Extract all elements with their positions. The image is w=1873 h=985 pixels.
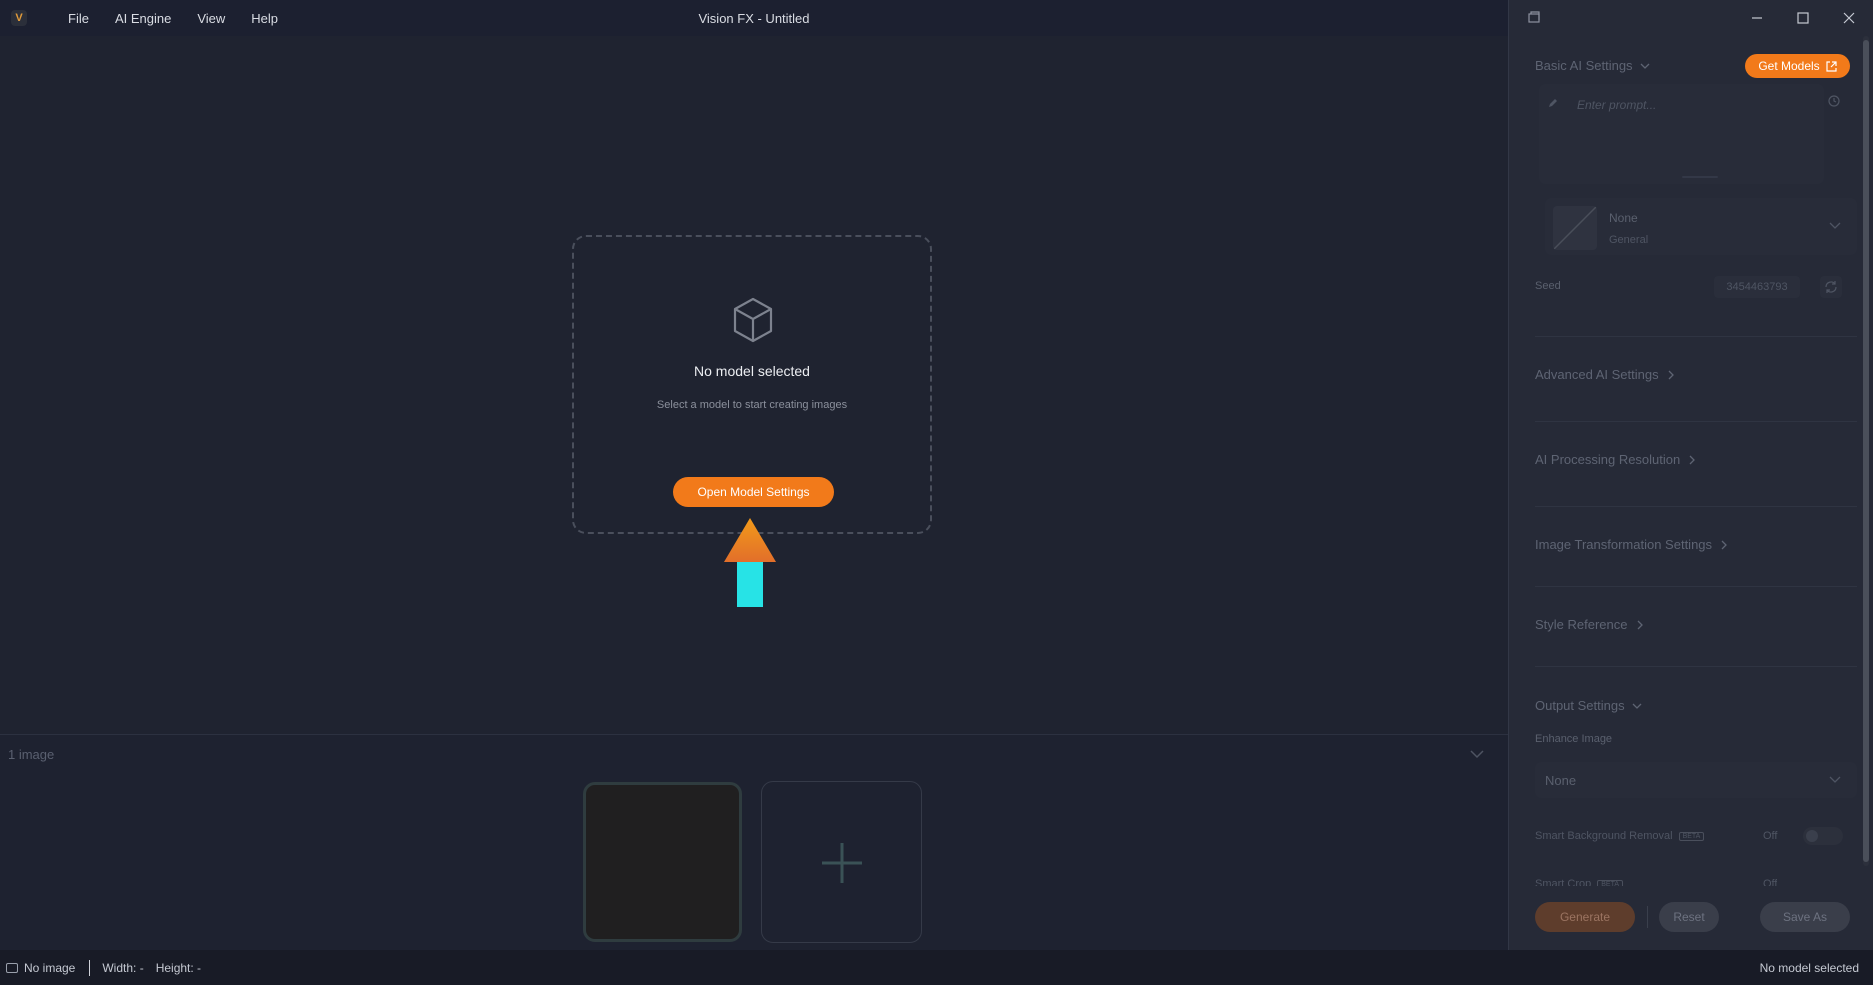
- minimize-icon[interactable]: [1745, 6, 1769, 30]
- advanced-settings-header[interactable]: Advanced AI Settings: [1535, 367, 1676, 382]
- canvas-area: No model selected Select a model to star…: [0, 36, 1508, 734]
- smart-crop-row: Smart Crop BETA: [1535, 878, 1624, 886]
- title-bar: V File AI Engine View Help Vision FX - U…: [0, 0, 1508, 36]
- chevron-right-icon: [1689, 455, 1696, 464]
- chevron-down-icon: [1829, 222, 1841, 229]
- collapse-chevron-icon[interactable]: [1470, 749, 1484, 759]
- bg-removal-row: Smart Background Removal BETA: [1535, 830, 1705, 842]
- settings-panel: Basic AI Settings Get Models Enter promp…: [1508, 0, 1873, 950]
- reset-button[interactable]: Reset: [1659, 902, 1719, 932]
- scrollbar-thumb[interactable]: [1863, 40, 1869, 862]
- close-icon[interactable]: [1837, 6, 1861, 30]
- enhance-image-select[interactable]: None: [1535, 762, 1857, 798]
- seed-label: Seed: [1535, 280, 1561, 292]
- bg-removal-toggle[interactable]: [1803, 827, 1843, 845]
- plus-icon: [822, 843, 862, 883]
- pencil-icon: [1549, 99, 1557, 107]
- cube-icon: [733, 297, 773, 343]
- chevron-down-icon: [1829, 776, 1841, 783]
- panel-footer: Generate Reset Save As: [1509, 886, 1873, 950]
- window-controls: [1509, 0, 1873, 36]
- smart-crop-state: Off: [1763, 878, 1778, 886]
- menu-view[interactable]: View: [184, 11, 238, 26]
- basic-settings-header[interactable]: Basic AI Settings: [1535, 58, 1650, 73]
- divider: [1535, 666, 1857, 667]
- app-window: V File AI Engine View Help Vision FX - U…: [0, 0, 1873, 985]
- enhance-image-label: Enhance Image: [1535, 733, 1613, 745]
- style-reference-header[interactable]: Style Reference: [1535, 617, 1645, 632]
- panel-history-icon[interactable]: [1527, 10, 1541, 24]
- menu-ai-engine[interactable]: AI Engine: [102, 11, 184, 26]
- menu-bar: File AI Engine View Help: [55, 11, 291, 26]
- divider: [1535, 336, 1857, 337]
- external-link-icon: [1826, 60, 1837, 72]
- open-model-settings-button[interactable]: Open Model Settings: [673, 477, 834, 507]
- maximize-icon[interactable]: [1791, 6, 1815, 30]
- panel-scrollbar[interactable]: [1863, 36, 1869, 866]
- image-thumbnail[interactable]: [583, 782, 742, 942]
- empty-state-subtitle: Select a model to start creating images: [656, 399, 848, 411]
- beta-badge: BETA: [1678, 831, 1705, 841]
- chevron-down-icon: [1632, 703, 1642, 709]
- prompt-placeholder: Enter prompt...: [1577, 98, 1657, 112]
- chevron-down-icon: [1640, 63, 1650, 69]
- style-name: None: [1609, 211, 1638, 225]
- processing-resolution-header[interactable]: AI Processing Resolution: [1535, 452, 1697, 467]
- divider: [1535, 506, 1857, 507]
- chevron-right-icon: [1721, 540, 1727, 549]
- add-image-tile[interactable]: [761, 781, 922, 943]
- divider: [1535, 421, 1857, 422]
- empty-state-title: No model selected: [694, 363, 810, 379]
- divider: [1535, 586, 1857, 587]
- status-bar: No image Width: - Height: - No model sel…: [0, 950, 1873, 985]
- image-icon: [6, 962, 18, 973]
- prompt-history-icon[interactable]: [1827, 94, 1841, 108]
- menu-help[interactable]: Help: [238, 11, 291, 26]
- seed-refresh-button[interactable]: [1820, 276, 1842, 298]
- menu-file[interactable]: File: [55, 11, 102, 26]
- empty-state-dropzone: No model selected Select a model to star…: [572, 235, 932, 534]
- save-as-button[interactable]: Save As: [1760, 902, 1850, 932]
- seed-input[interactable]: 3454463793: [1714, 276, 1800, 298]
- status-model: No model selected: [1759, 960, 1859, 975]
- bg-removal-state: Off: [1763, 830, 1778, 842]
- chevron-right-icon: [1668, 370, 1674, 379]
- pointer-arrow-icon: [724, 518, 776, 607]
- app-logo-icon: V: [11, 10, 27, 26]
- prompt-input[interactable]: Enter prompt...: [1539, 84, 1824, 184]
- status-height: Height: -: [155, 960, 202, 975]
- transformation-settings-header[interactable]: Image Transformation Settings: [1535, 537, 1729, 552]
- resize-grip[interactable]: [1682, 176, 1718, 178]
- style-thumbnail: [1553, 206, 1597, 250]
- style-category: General: [1609, 234, 1649, 246]
- footer-divider: [1647, 906, 1648, 928]
- get-models-button[interactable]: Get Models: [1745, 54, 1850, 78]
- output-settings-header[interactable]: Output Settings: [1535, 698, 1642, 713]
- image-count: 1 image: [8, 747, 55, 762]
- style-selector[interactable]: None General: [1545, 198, 1857, 255]
- status-width: Width: -: [102, 960, 144, 975]
- chevron-right-icon: [1637, 620, 1643, 629]
- status-divider: [89, 959, 91, 976]
- status-image: No image: [24, 960, 76, 975]
- generate-button[interactable]: Generate: [1535, 902, 1635, 932]
- refresh-icon: [1825, 281, 1837, 293]
- filmstrip: 1 image: [0, 734, 1508, 950]
